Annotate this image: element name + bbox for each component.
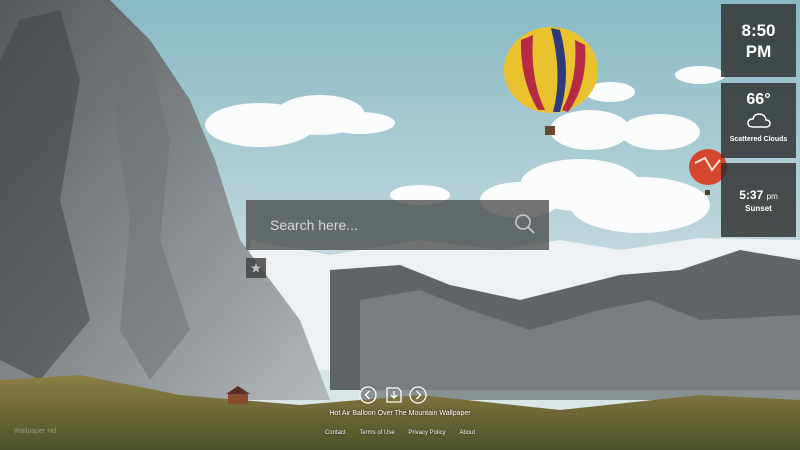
footer-link-terms[interactable]: Terms of Use: [359, 430, 394, 436]
search-bar: [246, 200, 549, 250]
sunset-meridiem: pm: [766, 191, 778, 201]
download-wallpaper-icon[interactable]: [384, 385, 404, 405]
footer-links: Contact Terms of Use Privacy Policy Abou…: [250, 430, 550, 436]
next-wallpaper-icon[interactable]: [409, 386, 427, 404]
sunset-time: 5:37: [739, 187, 764, 202]
weather-temperature: 66°: [746, 91, 771, 108]
clock-widget: 8:50 PM: [721, 4, 796, 77]
search-input[interactable]: [246, 200, 506, 250]
star-icon: [251, 263, 261, 273]
wallpaper-title[interactable]: Hot Air Balloon Over The Mountain Wallpa…: [250, 410, 550, 417]
new-tab-page: 8:50 PM 66° Scattered Clouds 5:37 pm Sun…: [0, 0, 800, 450]
clock-time: 8:50: [741, 20, 776, 40]
favorite-star-button[interactable]: [246, 258, 266, 278]
sunset-widget: 5:37 pm Sunset: [721, 163, 796, 237]
sunset-label: Sunset: [745, 203, 772, 213]
search-icon[interactable]: [513, 212, 537, 236]
footer-link-privacy[interactable]: Privacy Policy: [408, 430, 445, 436]
weather-condition: Scattered Clouds: [729, 136, 788, 143]
previous-wallpaper-icon[interactable]: [359, 386, 377, 404]
sunset-time-row: 5:37 pm: [721, 188, 796, 202]
footer-link-contact[interactable]: Contact: [325, 430, 346, 436]
weather-widget[interactable]: 66° Scattered Clouds: [721, 83, 796, 158]
footer-link-about[interactable]: About: [459, 430, 475, 436]
cloud-icon: [746, 113, 771, 128]
clock-meridiem: PM: [745, 41, 772, 61]
watermark-text: Wallpaper Hd: [14, 428, 57, 435]
